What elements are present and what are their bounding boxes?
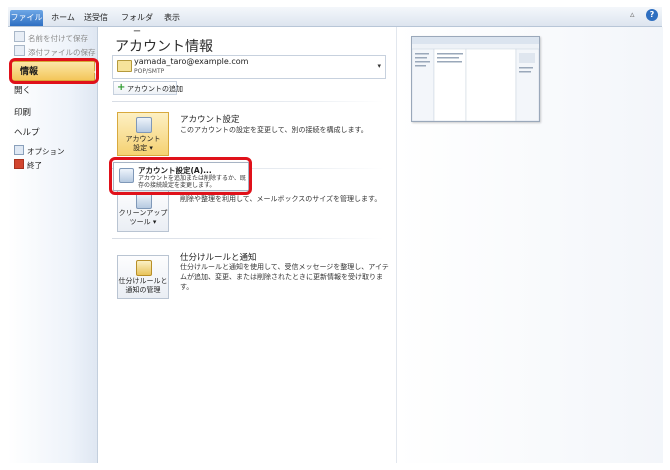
options-icon <box>14 145 24 155</box>
section-divider <box>112 238 384 239</box>
window-help-controls: ▵ ? <box>628 9 658 23</box>
save-attachments-icon <box>14 45 25 56</box>
tab-file[interactable]: ファイル <box>10 10 43 26</box>
account-selector[interactable]: yamada_taro@example.com POP/SMTP ▾ <box>112 55 386 79</box>
account-settings-button[interactable]: アカウント 設定 ▾ <box>117 112 169 156</box>
nav-item-options-label: オプション <box>27 147 65 156</box>
tab-send-receive[interactable]: 送受信 <box>80 11 112 25</box>
account-type: POP/SMTP <box>134 68 165 75</box>
save-as-icon <box>14 31 25 42</box>
account-settings-icon <box>136 117 152 133</box>
window-preview-thumbnail <box>411 36 540 122</box>
highlight-account-settings-menu <box>109 157 252 195</box>
account-settings-desc: このアカウントの設定を変更して、別の接続を構成します。 <box>180 126 368 134</box>
rules-alerts-button[interactable]: 仕分けルールと 通知の管理 <box>117 255 169 299</box>
account-settings-button-line2: 設定 ▾ <box>133 144 153 152</box>
highlight-info <box>9 58 99 84</box>
backstage-nav: 名前を付けて保存 添付ファイルの保存 情報 開く 印刷 ヘルプ オプション 終了 <box>8 27 99 463</box>
nav-item-exit[interactable]: 終了 <box>14 159 42 171</box>
section-divider <box>112 101 384 102</box>
add-account-label: アカウントの追加 <box>127 85 183 93</box>
account-email: yamada_taro@example.com <box>134 57 249 66</box>
tab-folder[interactable]: フォルダー <box>118 11 156 36</box>
tab-view[interactable]: 表示 <box>161 11 183 25</box>
tab-home[interactable]: ホーム <box>50 11 76 25</box>
page-title: アカウント情報 <box>115 39 213 55</box>
exit-icon <box>14 159 24 169</box>
nav-save-attachments[interactable]: 添付ファイルの保存 <box>14 45 96 57</box>
thumbnail-drawing <box>411 37 540 122</box>
rules-alerts-icon <box>136 260 152 276</box>
cleanup-tools-button-line2: ツール ▾ <box>129 218 157 226</box>
nav-save-attachments-label: 添付ファイルの保存 <box>28 48 96 57</box>
nav-item-help[interactable]: ヘルプ <box>14 125 40 141</box>
cleanup-tools-button-line1: クリーンアップ <box>118 209 168 217</box>
plus-icon: + <box>117 82 126 93</box>
minimize-ribbon-icon[interactable]: ▵ <box>630 10 635 20</box>
nav-item-print[interactable]: 印刷 <box>14 105 31 121</box>
rules-alerts-desc: 仕分けルールと通知を使用して、受信メッセージを整理し、アイテムが追加、変更、また… <box>180 263 389 291</box>
nav-save-as-label: 名前を付けて保存 <box>28 34 88 43</box>
account-settings-button-line1: アカウント <box>125 135 161 143</box>
help-icon[interactable]: ? <box>646 9 658 21</box>
chevron-down-icon: ▾ <box>377 62 381 70</box>
nav-item-options[interactable]: オプション <box>14 145 65 157</box>
nav-item-exit-label: 終了 <box>27 161 42 170</box>
ribbon-tab-bar: ファイル ホーム 送受信 フォルダー 表示 ▵ ? <box>8 7 662 36</box>
mail-account-icon <box>117 60 132 72</box>
cleanup-tools-desc: 削除や整理を利用して、メールボックスのサイズを管理します。 <box>180 195 382 203</box>
add-account-button[interactable]: + アカウントの追加 <box>113 81 183 95</box>
rules-alerts-button-line1: 仕分けルールと <box>118 277 168 285</box>
nav-save-as[interactable]: 名前を付けて保存 <box>14 31 88 43</box>
rules-alerts-button-line2: 通知の管理 <box>125 286 161 294</box>
account-settings-title: アカウント設定 <box>180 115 240 125</box>
nav-item-open[interactable]: 開く <box>14 83 31 99</box>
cleanup-tools-icon <box>136 193 152 209</box>
